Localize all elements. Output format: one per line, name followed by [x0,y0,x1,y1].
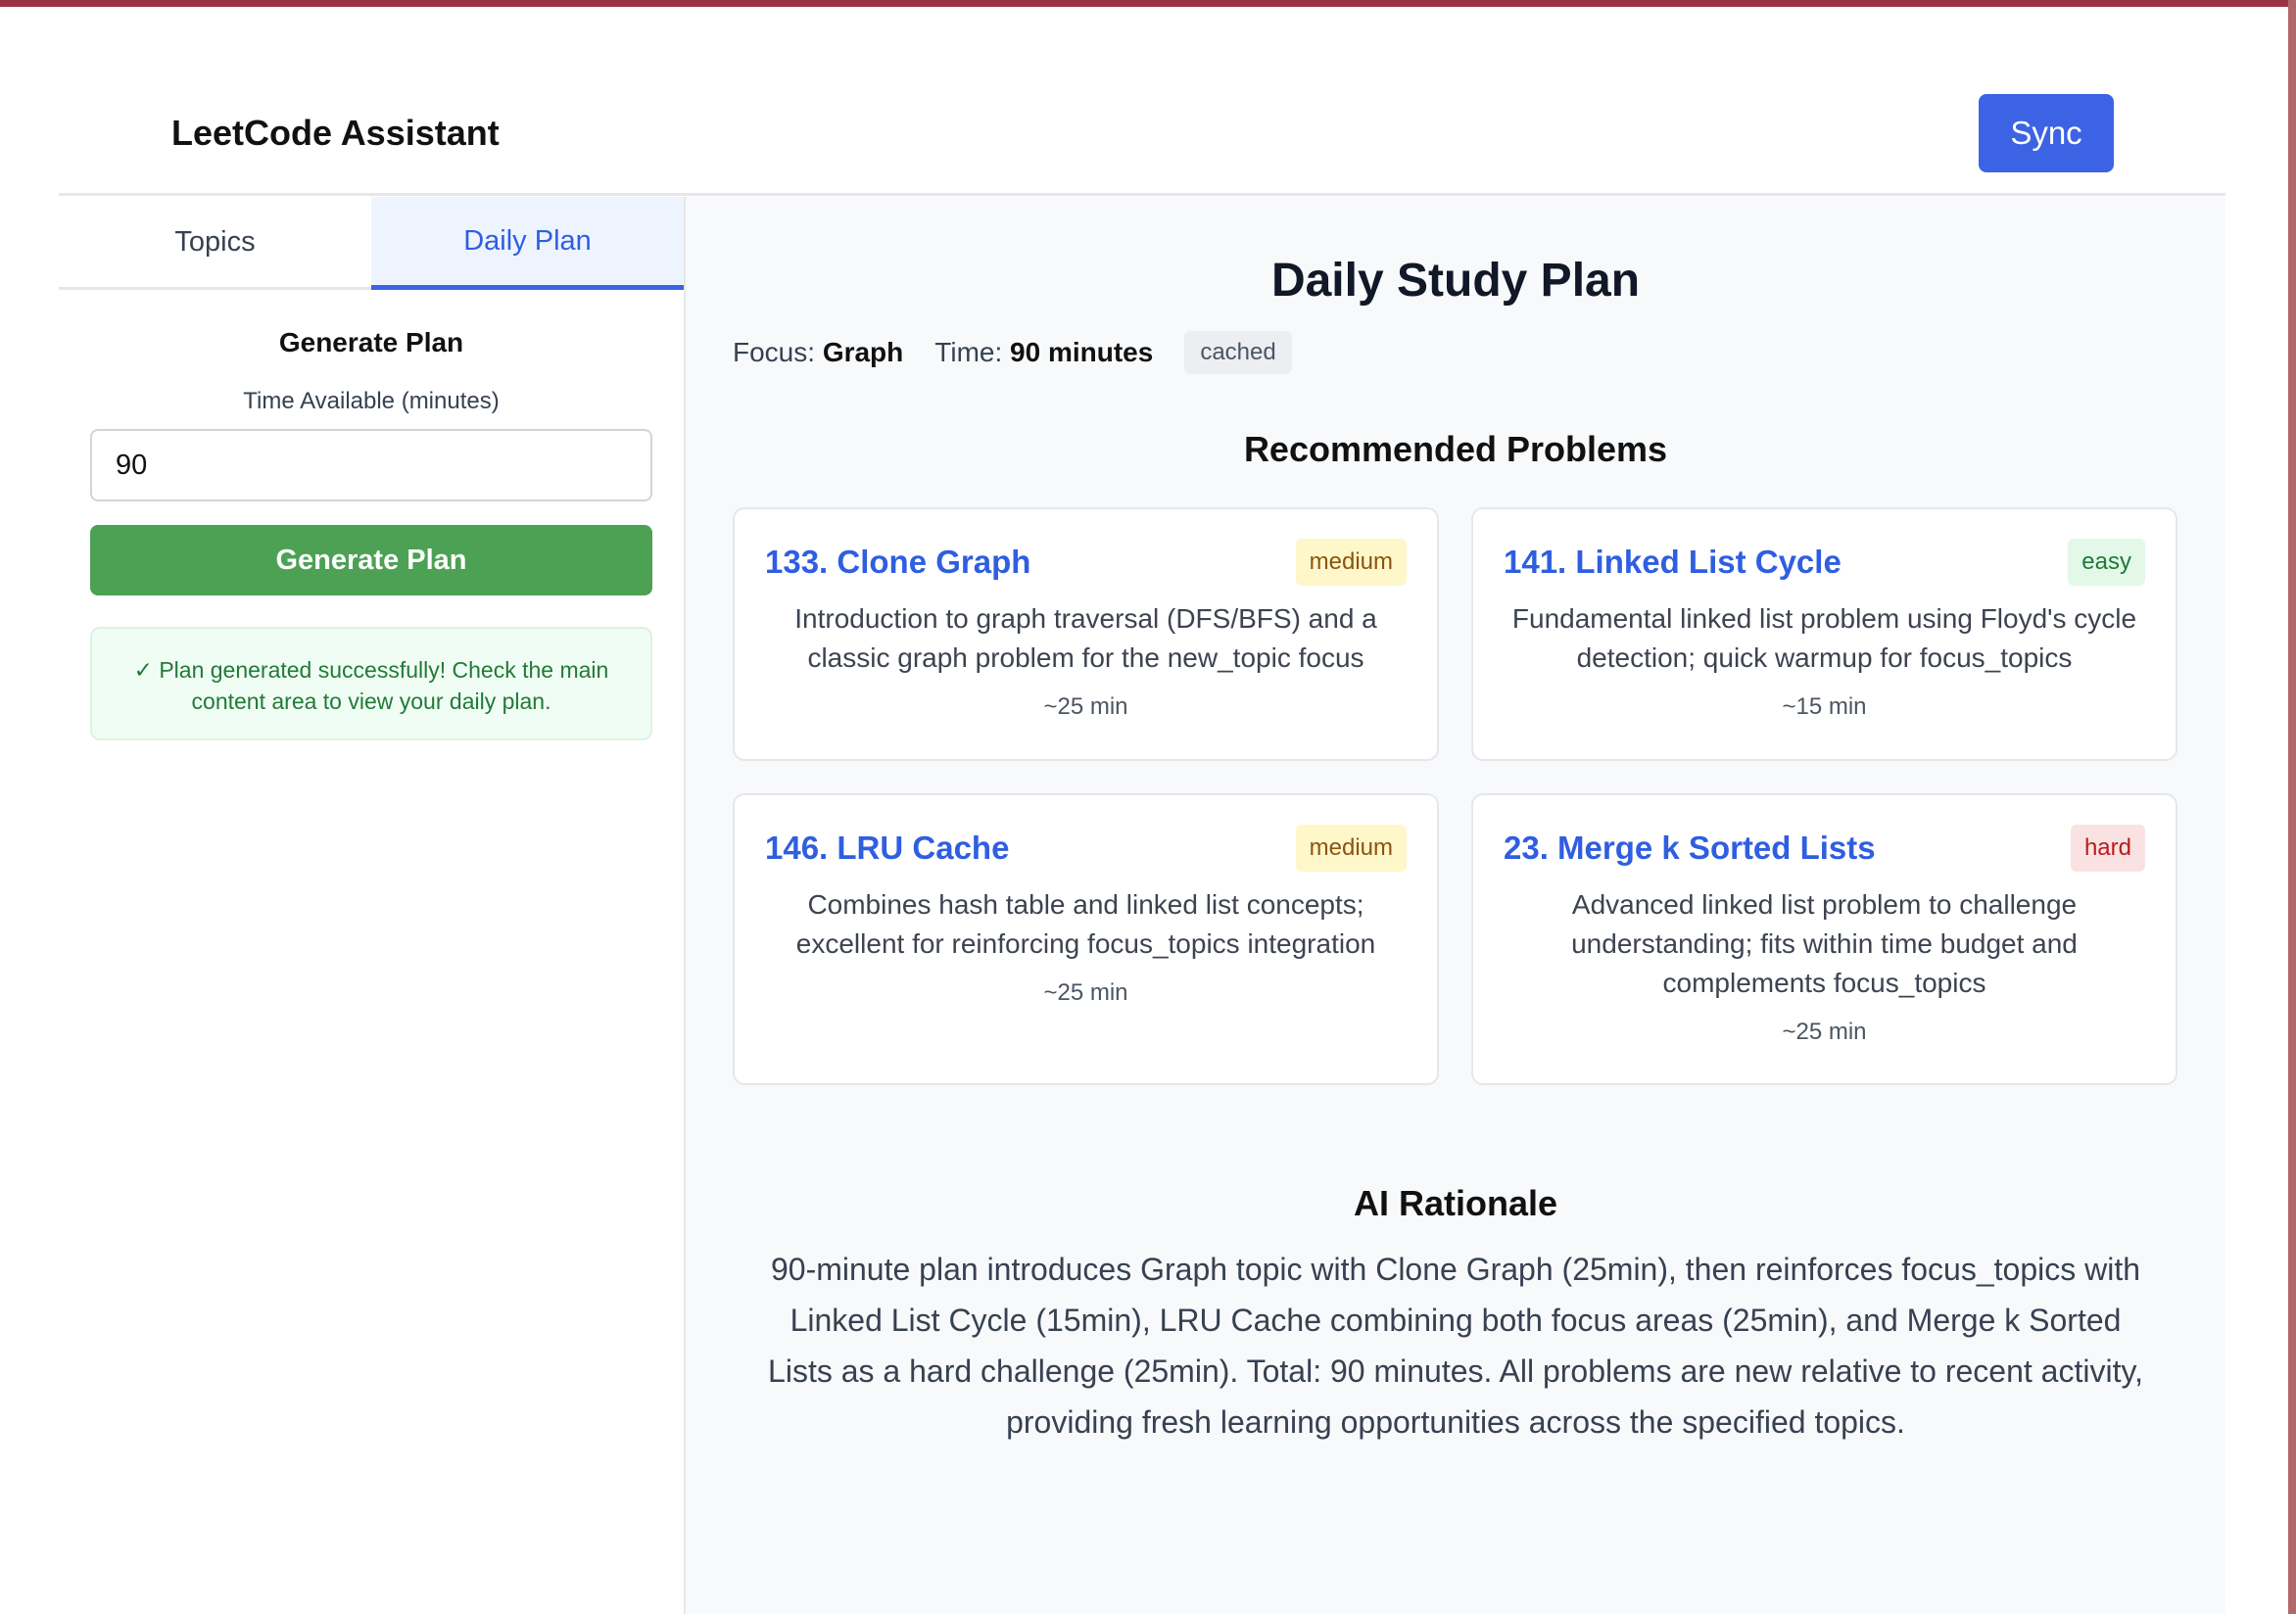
tab-daily-plan[interactable]: Daily Plan [371,197,684,290]
problems-grid: 133. Clone Graph medium Introduction to g… [733,507,2225,1085]
time-info: Time: 90 minutes [934,337,1153,368]
time-available-label: Time Available (minutes) [243,388,500,414]
problem-description: Fundamental linked list problem using Fl… [1511,603,2137,673]
app-title: LeetCode Assistant [171,113,500,153]
cached-badge: cached [1184,331,1292,374]
ai-rationale-text: 90-minute plan introduces Graph topic wi… [768,1252,2143,1440]
plan-meta: Focus: Graph Time: 90 minutes cached [733,331,2225,374]
main-content: Daily Study Plan Focus: Graph Time: 90 m… [686,197,2225,1614]
difficulty-badge: medium [1295,825,1407,872]
problem-title-link[interactable]: 146. LRU Cache [765,830,1009,867]
problem-card: 141. Linked List Cycle easy Fundamental l… [1471,507,2177,761]
focus-label: Focus: [733,337,816,367]
recommended-problems-heading: Recommended Problems [1243,429,1668,469]
problem-title-link[interactable]: 141. Linked List Cycle [1504,544,1842,581]
sync-button[interactable]: Sync [1979,94,2114,172]
time-value: 90 minutes [1010,337,1154,367]
header: LeetCode Assistant Sync [59,7,2225,196]
problem-description: Introduction to graph traversal (DFS/BFS… [794,603,1377,673]
window-frame-right [2288,0,2296,1614]
problem-description: Combines hash table and linked list conc… [795,889,1376,959]
problem-title-link[interactable]: 23. Merge k Sorted Lists [1504,830,1876,867]
problem-title-link[interactable]: 133. Clone Graph [765,544,1030,581]
app: LeetCode Assistant Sync Topics Daily Pla… [59,7,2225,1614]
window-frame-top [0,0,2296,7]
sidebar-tabs: Topics Daily Plan [59,197,684,290]
problem-description: Advanced linked list problem to challeng… [1571,889,2078,998]
time-label: Time: [934,337,1003,367]
focus-info: Focus: Graph [733,337,903,368]
problem-time: ~25 min [1782,1019,1867,1045]
page-title: Daily Study Plan [1270,255,1641,307]
focus-value: Graph [822,337,904,367]
problem-time: ~15 min [1782,693,1867,720]
sidebar: Topics Daily Plan Generate Plan Time Ava… [59,197,686,1614]
problem-time: ~25 min [1043,693,1128,720]
generate-plan-heading: Generate Plan [278,327,464,357]
problem-time: ~25 min [1043,979,1128,1006]
difficulty-badge: hard [2070,825,2145,872]
generate-plan-button[interactable]: Generate Plan [90,525,652,595]
success-message: ✓ Plan generated successfully! Check the… [90,627,652,740]
difficulty-badge: medium [1295,539,1407,586]
tab-topics[interactable]: Topics [59,197,371,287]
ai-rationale-heading: AI Rationale [1353,1183,1558,1223]
difficulty-badge: easy [2068,539,2145,586]
problem-card: 133. Clone Graph medium Introduction to g… [733,507,1439,761]
problem-card: 146. LRU Cache medium Combines hash table… [733,793,1439,1085]
problem-card: 23. Merge k Sorted Lists hard Advanced li… [1471,793,2177,1085]
time-available-input[interactable] [90,429,652,501]
